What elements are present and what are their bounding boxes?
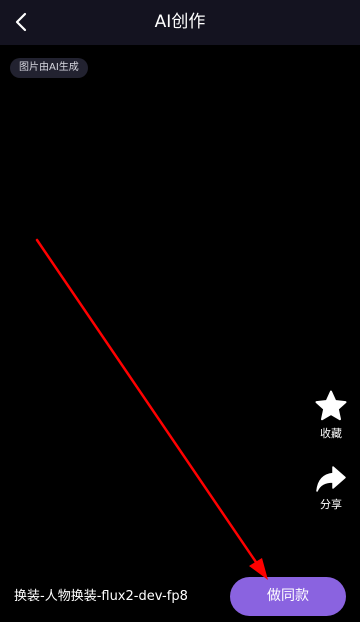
ai-generated-badge: 图片由AI生成 bbox=[10, 58, 88, 78]
generated-image-area bbox=[0, 45, 360, 622]
share-button[interactable]: 分享 bbox=[309, 465, 353, 512]
star-icon bbox=[315, 390, 347, 421]
page-title: AI创作 bbox=[154, 12, 206, 32]
favorite-label: 收藏 bbox=[320, 427, 342, 440]
favorite-button[interactable]: 收藏 bbox=[309, 390, 353, 441]
top-bar: AI创作 bbox=[0, 0, 360, 45]
template-title: 换装-人物换装-flux2-dev-fp8 bbox=[14, 589, 188, 604]
share-arrow-icon bbox=[316, 466, 346, 492]
app-screen: AI创作 图片由AI生成 收藏 分享 换装-人物换装-flux2-dev-fp8… bbox=[0, 0, 360, 622]
make-same-button[interactable]: 做同款 bbox=[230, 577, 346, 616]
share-label: 分享 bbox=[320, 498, 342, 511]
